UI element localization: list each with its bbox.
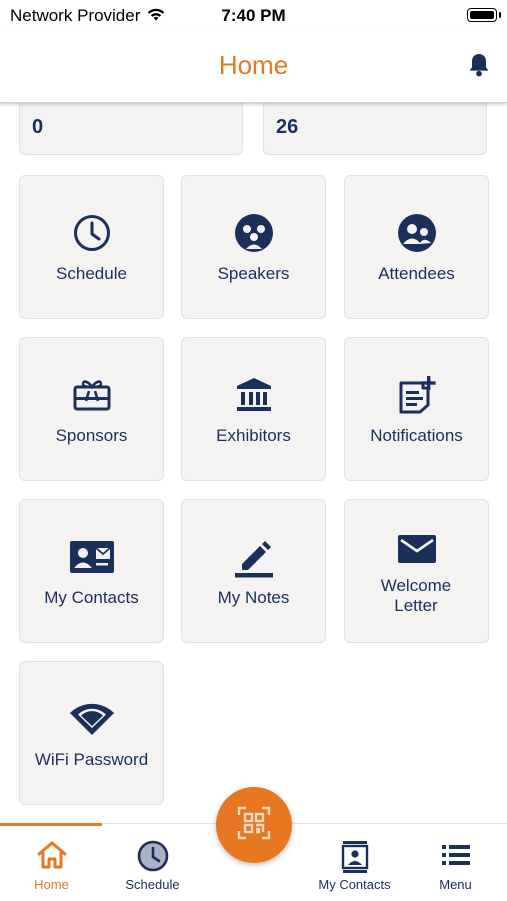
tile-label: Exhibitors — [216, 426, 291, 445]
menu-icon — [405, 840, 506, 874]
qr-scan-button[interactable] — [216, 787, 292, 863]
clock-icon — [20, 212, 163, 254]
tab-schedule[interactable]: Schedule — [102, 824, 203, 901]
attendees-icon — [345, 212, 488, 254]
tile-label: Welcome Letter — [380, 576, 452, 615]
tile-speakers[interactable]: Speakers — [181, 175, 326, 319]
tile-label: Attendees — [378, 264, 455, 283]
tab-label: Menu — [439, 877, 472, 892]
stat-value: 0 — [32, 116, 44, 138]
tile-my-contacts[interactable]: My Contacts — [19, 499, 164, 643]
top-navigation-bar: Home — [0, 32, 507, 103]
tab-label: My Contacts — [318, 877, 391, 892]
tab-my-contacts[interactable]: My Contacts — [304, 824, 405, 901]
tile-attendees[interactable]: Attendees — [344, 175, 489, 319]
tile-label: My Notes — [217, 588, 290, 607]
envelope-icon — [345, 528, 488, 570]
tile-label: Sponsors — [55, 426, 128, 445]
stat-card-right: 26 — [263, 103, 487, 155]
tile-label: Notifications — [370, 426, 463, 445]
tile-wifi-password[interactable]: WiFi Password — [19, 661, 164, 805]
bank-icon — [182, 374, 325, 416]
pencil-icon — [182, 536, 325, 578]
page-title: Home — [218, 50, 289, 80]
home-icon — [1, 840, 102, 874]
status-bar: Network Provider 7:40 PM — [0, 0, 507, 32]
speakers-icon — [182, 212, 325, 254]
tab-home[interactable]: Home — [1, 824, 102, 901]
tile-label: Speakers — [217, 264, 290, 283]
tile-notifications[interactable]: Notifications — [344, 337, 489, 481]
tab-menu[interactable]: Menu — [405, 824, 506, 901]
tab-label: Home — [34, 877, 69, 892]
stat-card-left: 0 — [19, 103, 243, 155]
battery-icon — [467, 8, 497, 22]
tile-schedule[interactable]: Schedule — [19, 175, 164, 319]
home-content[interactable]: 0 26 Schedule Speakers Attendees Sponsor… — [0, 103, 507, 823]
tab-label: Schedule — [125, 877, 180, 892]
tile-welcome-letter[interactable]: Welcome Letter — [344, 499, 489, 643]
clock-time: 7:40 PM — [221, 6, 286, 25]
tile-label: My Contacts — [44, 588, 139, 607]
battery-nub — [499, 12, 501, 18]
tile-exhibitors[interactable]: Exhibitors — [181, 337, 326, 481]
note-add-icon — [345, 374, 488, 416]
qr-scan-icon — [237, 806, 271, 845]
tile-sponsors[interactable]: Sponsors — [19, 337, 164, 481]
gift-card-icon — [20, 374, 163, 416]
bell-icon[interactable] — [467, 52, 491, 83]
clock-icon — [102, 840, 203, 874]
stat-value: 26 — [276, 116, 299, 138]
tile-my-notes[interactable]: My Notes — [181, 499, 326, 643]
tile-label: Schedule — [56, 264, 127, 283]
contact-card-icon — [20, 536, 163, 578]
tile-label: WiFi Password — [34, 750, 149, 769]
wifi-icon — [20, 698, 163, 740]
contact-book-icon — [304, 840, 405, 874]
